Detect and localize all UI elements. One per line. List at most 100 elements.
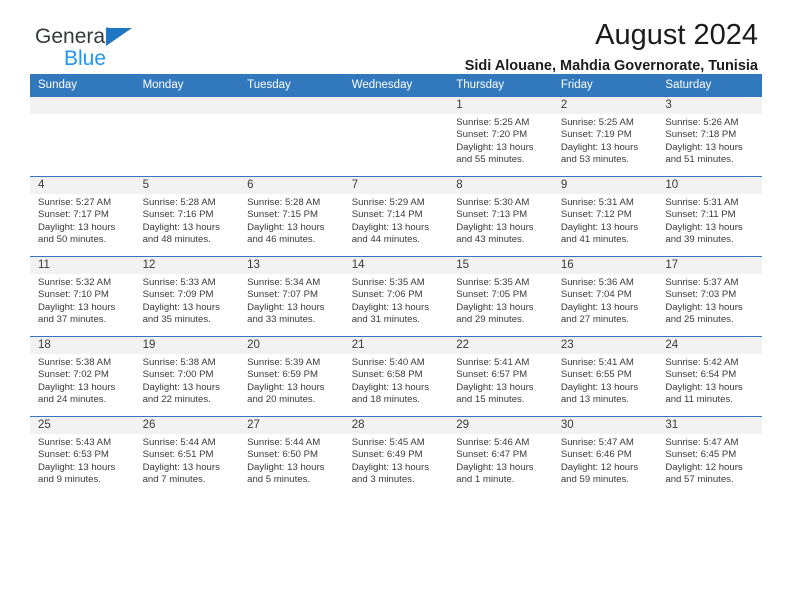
day-details: Sunrise: 5:29 AM Sunset: 7:14 PM Daylight:… — [344, 194, 449, 247]
weekday-header-saturday: Saturday — [657, 74, 762, 97]
calendar-day-cell[interactable]: 17 Sunrise: 5:37 AM Sunset: 7:03 PM Dayligh… — [657, 256, 762, 337]
day-cell-content: 15 Sunrise: 5:35 AM Sunset: 7:05 PM Dayligh… — [448, 257, 553, 336]
calendar-day-cell[interactable]: 28 Sunrise: 5:45 AM Sunset: 6:49 PM Dayligh… — [343, 416, 449, 496]
calendar-week-row: 1 Sunrise: 5:25 AM Sunset: 7:20 PM Daylight… — [30, 97, 762, 177]
calendar-day-cell[interactable]: 10 Sunrise: 5:31 AM Sunset: 7:11 PM Dayligh… — [657, 176, 762, 257]
daylight-text-line2: and 51 minutes. — [665, 154, 734, 166]
day-details: Sunrise: 5:25 AM Sunset: 7:20 PM Daylight:… — [448, 114, 553, 167]
calendar-day-cell[interactable]: 30 Sunrise: 5:47 AM Sunset: 6:46 PM Dayligh… — [552, 416, 658, 496]
calendar-day-cell[interactable]: 7 Sunrise: 5:29 AM Sunset: 7:14 PM Daylight… — [343, 176, 449, 257]
day-number: 29 — [448, 417, 553, 434]
sunrise-text: Sunrise: 5:46 AM — [456, 437, 530, 448]
daylight-text-line2: and 9 minutes. — [38, 474, 101, 486]
day-number: 12 — [134, 257, 240, 274]
daylight-text-line2: and 24 minutes. — [38, 394, 107, 406]
calendar-day-cell[interactable]: 21 Sunrise: 5:40 AM Sunset: 6:58 PM Dayligh… — [343, 336, 449, 417]
calendar-day-cell[interactable]: 2 Sunrise: 5:25 AM Sunset: 7:19 PM Daylight… — [552, 97, 658, 177]
calendar-day-cell[interactable]: 16 Sunrise: 5:36 AM Sunset: 7:04 PM Dayligh… — [552, 256, 658, 337]
calendar-day-cell[interactable]: 6 Sunrise: 5:28 AM Sunset: 7:15 PM Daylight… — [239, 176, 344, 257]
sunset-text: Sunset: 7:04 PM — [560, 289, 632, 301]
day-cell-content: 24 Sunrise: 5:42 AM Sunset: 6:54 PM Dayligh… — [657, 337, 762, 416]
weekday-header-monday: Monday — [134, 74, 240, 97]
calendar-day-cell[interactable]: 25 Sunrise: 5:43 AM Sunset: 6:53 PM Dayligh… — [30, 416, 135, 496]
sunrise-text: Sunrise: 5:44 AM — [142, 437, 216, 448]
calendar-day-cell[interactable]: 8 Sunrise: 5:30 AM Sunset: 7:13 PM Daylight… — [448, 176, 553, 257]
calendar-cell-empty — [30, 97, 135, 177]
sunset-text: Sunset: 6:50 PM — [247, 449, 319, 461]
calendar-day-cell[interactable]: 3 Sunrise: 5:26 AM Sunset: 7:18 PM Daylight… — [657, 97, 762, 177]
calendar-day-cell[interactable]: 23 Sunrise: 5:41 AM Sunset: 6:55 PM Dayligh… — [552, 336, 658, 417]
calendar-day-cell[interactable]: 24 Sunrise: 5:42 AM Sunset: 6:54 PM Dayligh… — [657, 336, 762, 417]
calendar-week-row: 25 Sunrise: 5:43 AM Sunset: 6:53 PM Dayligh… — [30, 416, 762, 496]
sunset-text: Sunset: 7:06 PM — [351, 289, 423, 301]
day-number: 17 — [657, 257, 762, 274]
day-details: Sunrise: 5:26 AM Sunset: 7:18 PM Daylight:… — [657, 114, 762, 167]
calendar-day-cell[interactable]: 1 Sunrise: 5:25 AM Sunset: 7:20 PM Daylight… — [448, 97, 553, 177]
day-number: 25 — [30, 417, 135, 434]
day-cell-content — [134, 97, 240, 176]
day-details: Sunrise: 5:41 AM Sunset: 6:57 PM Daylight:… — [448, 354, 553, 407]
calendar-day-cell[interactable]: 29 Sunrise: 5:46 AM Sunset: 6:47 PM Dayligh… — [448, 416, 553, 496]
sunrise-text: Sunrise: 5:41 AM — [456, 357, 530, 368]
daylight-text-line1: Daylight: 13 hours — [560, 221, 639, 233]
day-cell-content: 7 Sunrise: 5:29 AM Sunset: 7:14 PM Daylight… — [343, 177, 449, 256]
calendar-day-cell[interactable]: 13 Sunrise: 5:34 AM Sunset: 7:07 PM Dayligh… — [239, 256, 344, 337]
daylight-text-line1: Daylight: 13 hours — [665, 381, 743, 393]
calendar-day-cell[interactable]: 31 Sunrise: 5:47 AM Sunset: 6:45 PM Dayligh… — [657, 416, 762, 496]
day-number: 24 — [657, 337, 762, 354]
day-cell-content: 18 Sunrise: 5:38 AM Sunset: 7:02 PM Dayligh… — [30, 337, 135, 416]
calendar-day-cell[interactable]: 22 Sunrise: 5:41 AM Sunset: 6:57 PM Dayligh… — [448, 336, 553, 417]
day-number — [30, 97, 135, 114]
calendar-day-cell[interactable]: 19 Sunrise: 5:38 AM Sunset: 7:00 PM Dayligh… — [134, 336, 240, 417]
daylight-text-line2: and 29 minutes. — [456, 314, 525, 326]
daylight-text-line2: and 25 minutes. — [665, 314, 734, 326]
daylight-text-line1: Daylight: 13 hours — [665, 301, 743, 313]
calendar-day-cell[interactable]: 9 Sunrise: 5:31 AM Sunset: 7:12 PM Daylight… — [552, 176, 658, 257]
day-cell-content: 25 Sunrise: 5:43 AM Sunset: 6:53 PM Dayligh… — [30, 417, 135, 496]
day-number: 2 — [552, 97, 658, 114]
calendar-day-cell[interactable]: 20 Sunrise: 5:39 AM Sunset: 6:59 PM Dayligh… — [239, 336, 344, 417]
daylight-text-line2: and 31 minutes. — [351, 314, 420, 326]
daylight-text-line1: Daylight: 13 hours — [456, 461, 534, 473]
weekday-header-thursday: Thursday — [448, 74, 553, 97]
day-cell-content: 11 Sunrise: 5:32 AM Sunset: 7:10 PM Dayligh… — [30, 257, 135, 336]
day-number: 4 — [30, 177, 135, 194]
day-number: 9 — [552, 177, 658, 194]
calendar-day-cell[interactable]: 26 Sunrise: 5:44 AM Sunset: 6:51 PM Dayligh… — [134, 416, 240, 496]
day-details: Sunrise: 5:41 AM Sunset: 6:55 PM Daylight:… — [553, 354, 658, 407]
sunrise-text: Sunrise: 5:27 AM — [38, 197, 112, 208]
daylight-text-line2: and 33 minutes. — [247, 314, 316, 326]
calendar-day-cell[interactable]: 27 Sunrise: 5:44 AM Sunset: 6:50 PM Dayligh… — [239, 416, 344, 496]
day-cell-content: 20 Sunrise: 5:39 AM Sunset: 6:59 PM Dayligh… — [239, 337, 344, 416]
day-number: 21 — [343, 337, 449, 354]
sunrise-text: Sunrise: 5:39 AM — [247, 357, 321, 368]
day-number — [239, 97, 344, 114]
calendar-day-cell[interactable]: 15 Sunrise: 5:35 AM Sunset: 7:05 PM Dayligh… — [448, 256, 553, 337]
day-cell-content: 19 Sunrise: 5:38 AM Sunset: 7:00 PM Dayligh… — [134, 337, 240, 416]
calendar-day-cell[interactable]: 4 Sunrise: 5:27 AM Sunset: 7:17 PM Daylight… — [30, 176, 135, 257]
day-cell-content: 12 Sunrise: 5:33 AM Sunset: 7:09 PM Dayligh… — [134, 257, 240, 336]
calendar-day-cell[interactable]: 5 Sunrise: 5:28 AM Sunset: 7:16 PM Daylight… — [134, 176, 240, 257]
daylight-text-line1: Daylight: 13 hours — [247, 221, 325, 233]
calendar-day-cell[interactable]: 11 Sunrise: 5:32 AM Sunset: 7:10 PM Dayligh… — [30, 256, 135, 337]
sunrise-text: Sunrise: 5:47 AM — [560, 437, 634, 448]
calendar-day-cell[interactable]: 12 Sunrise: 5:33 AM Sunset: 7:09 PM Dayligh… — [134, 256, 240, 337]
sunrise-text: Sunrise: 5:29 AM — [351, 197, 425, 208]
daylight-text-line2: and 13 minutes. — [560, 394, 630, 406]
daylight-text-line2: and 48 minutes. — [142, 234, 211, 246]
daylight-text-line2: and 59 minutes. — [560, 474, 630, 486]
day-details: Sunrise: 5:44 AM Sunset: 6:50 PM Daylight:… — [239, 434, 344, 487]
daylight-text-line2: and 53 minutes. — [560, 154, 630, 166]
daylight-text-line1: Daylight: 13 hours — [247, 301, 325, 313]
calendar-day-cell[interactable]: 18 Sunrise: 5:38 AM Sunset: 7:02 PM Dayligh… — [30, 336, 135, 417]
sunrise-text: Sunrise: 5:30 AM — [456, 197, 530, 208]
calendar-day-cell[interactable]: 14 Sunrise: 5:35 AM Sunset: 7:06 PM Dayligh… — [343, 256, 449, 337]
brand-name-general: General — [35, 25, 110, 48]
day-cell-content: 1 Sunrise: 5:25 AM Sunset: 7:20 PM Daylight… — [448, 97, 553, 176]
sunrise-text: Sunrise: 5:43 AM — [38, 437, 112, 448]
sunset-text: Sunset: 7:15 PM — [247, 209, 319, 221]
brand-logo: General Blue — [35, 26, 275, 69]
day-cell-content: 6 Sunrise: 5:28 AM Sunset: 7:15 PM Daylight… — [239, 177, 344, 256]
sunrise-text: Sunrise: 5:25 AM — [456, 117, 530, 128]
day-details: Sunrise: 5:25 AM Sunset: 7:19 PM Daylight:… — [553, 114, 658, 167]
